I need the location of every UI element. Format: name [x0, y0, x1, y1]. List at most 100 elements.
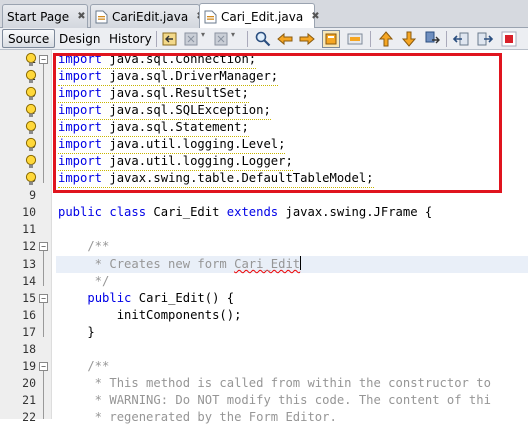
code-text: public Cari_Edit() {: [87, 291, 235, 305]
fold-toggle[interactable]: −: [39, 362, 48, 371]
code-text: * This method is called from within the …: [58, 376, 491, 390]
code-line: 1 − import java.sql.Connection;: [0, 51, 528, 69]
code-line: 5 import java.sql.Statement;: [0, 119, 528, 137]
code-text: initComponents();: [58, 308, 242, 322]
line-number: 9: [29, 188, 36, 202]
code-line: 14 */: [0, 273, 528, 290]
code-line: 4 import java.sql.SQLException;: [0, 102, 528, 120]
code-line: 7 import java.util.logging.Logger;: [0, 153, 528, 171]
shift-left-icon[interactable]: [452, 30, 470, 48]
last-edit-icon[interactable]: [161, 30, 179, 48]
text-caret: [300, 256, 302, 270]
code-line: 10 public class Cari_Edit extends javax.…: [0, 204, 528, 221]
line-number: 13: [22, 257, 36, 271]
toggle-highlight-icon[interactable]: [322, 30, 340, 48]
toggle-selection-icon[interactable]: [346, 30, 364, 48]
line-number: 20: [22, 376, 36, 390]
line-number: 14: [22, 274, 36, 288]
back-icon[interactable]: [182, 30, 200, 48]
code-line: 11: [0, 221, 528, 238]
code-line: 20 * This method is called from within t…: [0, 375, 528, 392]
code-line: 9: [0, 187, 528, 204]
lightbulb-icon[interactable]: [24, 120, 38, 135]
lightbulb-icon[interactable]: [24, 137, 38, 152]
code-text: * Creates new form Cari_Edit: [58, 256, 302, 271]
line-number: 15: [22, 291, 36, 305]
line-number: 10: [22, 205, 36, 219]
previous-bookmark-icon[interactable]: [377, 30, 395, 48]
code-text: import javax.swing.table.DefaultTableMod…: [58, 170, 374, 188]
close-icon[interactable]: ✖: [311, 11, 319, 22]
history-button[interactable]: History: [104, 29, 157, 48]
tab-cari-edit-java[interactable]: Cari_Edit.java ✖: [199, 3, 320, 29]
code-line: 22 * regenerated by the Form Editor.: [0, 409, 528, 426]
line-number: 22: [22, 410, 36, 424]
code-line: 17 }: [0, 324, 528, 341]
find-previous-icon[interactable]: [276, 30, 294, 48]
lightbulb-icon[interactable]: [24, 52, 38, 67]
lightbulb-icon[interactable]: [24, 103, 38, 118]
code-line: 15 − public Cari_Edit() {: [0, 290, 528, 307]
code-text: import java.sql.Statement;: [58, 119, 249, 137]
lightbulb-icon[interactable]: [24, 69, 38, 84]
editor-toolbar: Source Design History ▾ ▾: [0, 28, 528, 50]
toolbar-separator: [446, 31, 447, 47]
java-file-icon: [95, 10, 108, 24]
code-text: import java.util.logging.Level;: [58, 136, 286, 154]
code-line: 2 import java.sql.DriverManager;: [0, 68, 528, 86]
toggle-bookmark-icon[interactable]: [423, 30, 441, 48]
code-text: import java.sql.Connection;: [58, 51, 257, 69]
code-line: 21 * WARNING: Do NOT modify this code. T…: [0, 392, 528, 409]
code-editor[interactable]: 1 − import java.sql.Connection; 2 import…: [0, 50, 528, 424]
line-number: 18: [22, 342, 36, 356]
code-line: 16 initComponents();: [0, 307, 528, 324]
source-button[interactable]: Source: [2, 29, 56, 48]
code-text: * WARNING: Do NOT modify this code. The …: [58, 393, 491, 407]
line-number: 16: [22, 308, 36, 322]
search-icon[interactable]: [254, 30, 272, 48]
code-line: 3 import java.sql.ResultSet;: [0, 85, 528, 103]
code-text: import java.sql.ResultSet;: [58, 85, 249, 103]
fold-toggle[interactable]: −: [39, 55, 48, 64]
code-line: 8 import javax.swing.table.DefaultTableM…: [0, 170, 528, 188]
tab-label: CariEdit.java: [112, 9, 189, 24]
code-text: /**: [58, 239, 110, 253]
lightbulb-icon[interactable]: [24, 86, 38, 101]
lightbulb-icon[interactable]: [24, 154, 38, 169]
code-text: }: [58, 325, 95, 339]
editor-tab-bar: Start Page ✖ CariEdit.java ✖ Cari_Edit.j…: [0, 0, 528, 29]
code-line: 13 * Creates new form Cari_Edit: [0, 256, 528, 273]
tab-carieditjava[interactable]: CariEdit.java ✖: [90, 4, 205, 28]
code-line: 6 import java.util.logging.Level;: [0, 136, 528, 154]
tab-label: Cari_Edit.java: [221, 9, 304, 24]
find-next-icon[interactable]: [298, 30, 316, 48]
design-button[interactable]: Design: [54, 29, 105, 48]
tab-start-page[interactable]: Start Page ✖: [2, 4, 88, 28]
close-icon[interactable]: ✖: [77, 11, 85, 22]
code-line: 18: [0, 341, 528, 358]
line-number: 12: [22, 239, 36, 253]
toolbar-separator: [156, 31, 157, 47]
code-text: import java.util.logging.Logger;: [58, 153, 293, 171]
toolbar-separator: [247, 31, 248, 47]
line-number: 21: [22, 393, 36, 407]
fold-toggle[interactable]: −: [39, 294, 48, 303]
shift-right-icon[interactable]: [476, 30, 494, 48]
java-file-icon: [204, 10, 217, 24]
line-number: 11: [22, 222, 36, 236]
tab-label: Start Page: [7, 9, 70, 24]
forward-icon[interactable]: [212, 30, 230, 48]
code-line: 12 − /**: [0, 238, 528, 255]
toolbar-separator: [370, 31, 371, 47]
next-bookmark-icon[interactable]: [400, 30, 418, 48]
fold-toggle[interactable]: −: [39, 242, 48, 251]
stop-macro-icon[interactable]: [500, 30, 518, 48]
line-number: 17: [22, 325, 36, 339]
code-text: /**: [58, 359, 110, 373]
code-text: * regenerated by the Form Editor.: [58, 410, 337, 424]
code-text: import java.sql.SQLException;: [58, 102, 271, 120]
code-text: import java.sql.DriverManager;: [58, 68, 279, 86]
code-line: 19 − /**: [0, 358, 528, 375]
lightbulb-icon[interactable]: [24, 171, 38, 186]
code-text: */: [58, 274, 110, 288]
